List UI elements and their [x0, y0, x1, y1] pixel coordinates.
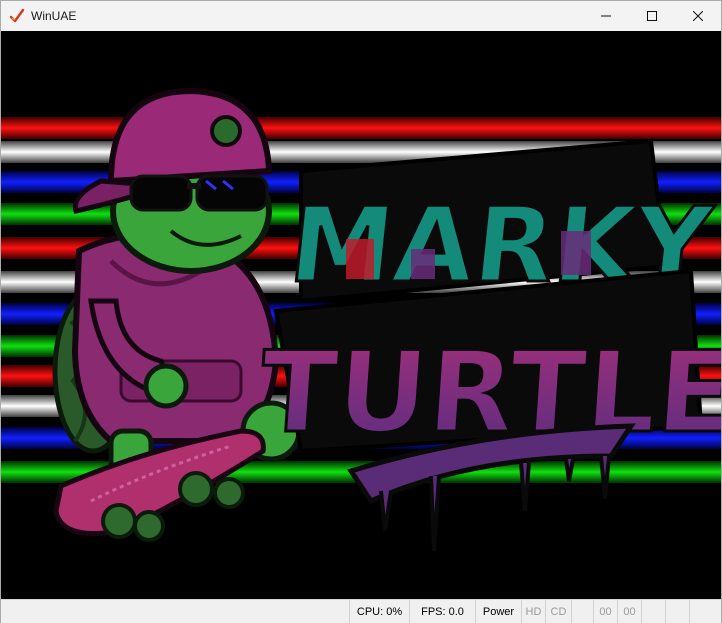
winuae-checkmark-icon [9, 8, 25, 23]
game-logo: MARKY TURTLE [255, 138, 721, 552]
status-spacer [571, 600, 593, 623]
close-icon [693, 11, 703, 21]
fps-counter: FPS: 0.0 [409, 600, 475, 623]
drive-df2-slot[interactable] [641, 600, 665, 623]
resize-grip[interactable] [689, 600, 721, 623]
minimize-icon [601, 15, 611, 17]
cpu-usage: CPU: 0% [349, 600, 409, 623]
minimize-button[interactable] [583, 1, 629, 31]
power-led[interactable]: Power [475, 600, 521, 623]
window-controls [583, 1, 721, 31]
drive-df3-slot[interactable] [665, 600, 689, 623]
hd-led[interactable]: HD [521, 600, 545, 623]
cd-led[interactable]: CD [545, 600, 571, 623]
marky-turtle-title-screen: MARKY TURTLE [1, 87, 721, 552]
maximize-icon [647, 11, 657, 21]
drive-df1-track[interactable]: 00 [617, 600, 641, 623]
status-bar: CPU: 0% FPS: 0.0 Power HD CD 00 00 [1, 599, 721, 623]
emulator-display[interactable]: MARKY TURTLE [1, 31, 721, 599]
maximize-button[interactable] [629, 1, 675, 31]
close-button[interactable] [675, 1, 721, 31]
window-title: WinUAE [31, 9, 77, 23]
drive-df0-track[interactable]: 00 [593, 600, 617, 623]
winuae-window: WinUAE MARKY TURTLE CPU: 0% FPS: 0.0 Pow… [0, 0, 722, 623]
title-bar[interactable]: WinUAE [1, 1, 721, 31]
